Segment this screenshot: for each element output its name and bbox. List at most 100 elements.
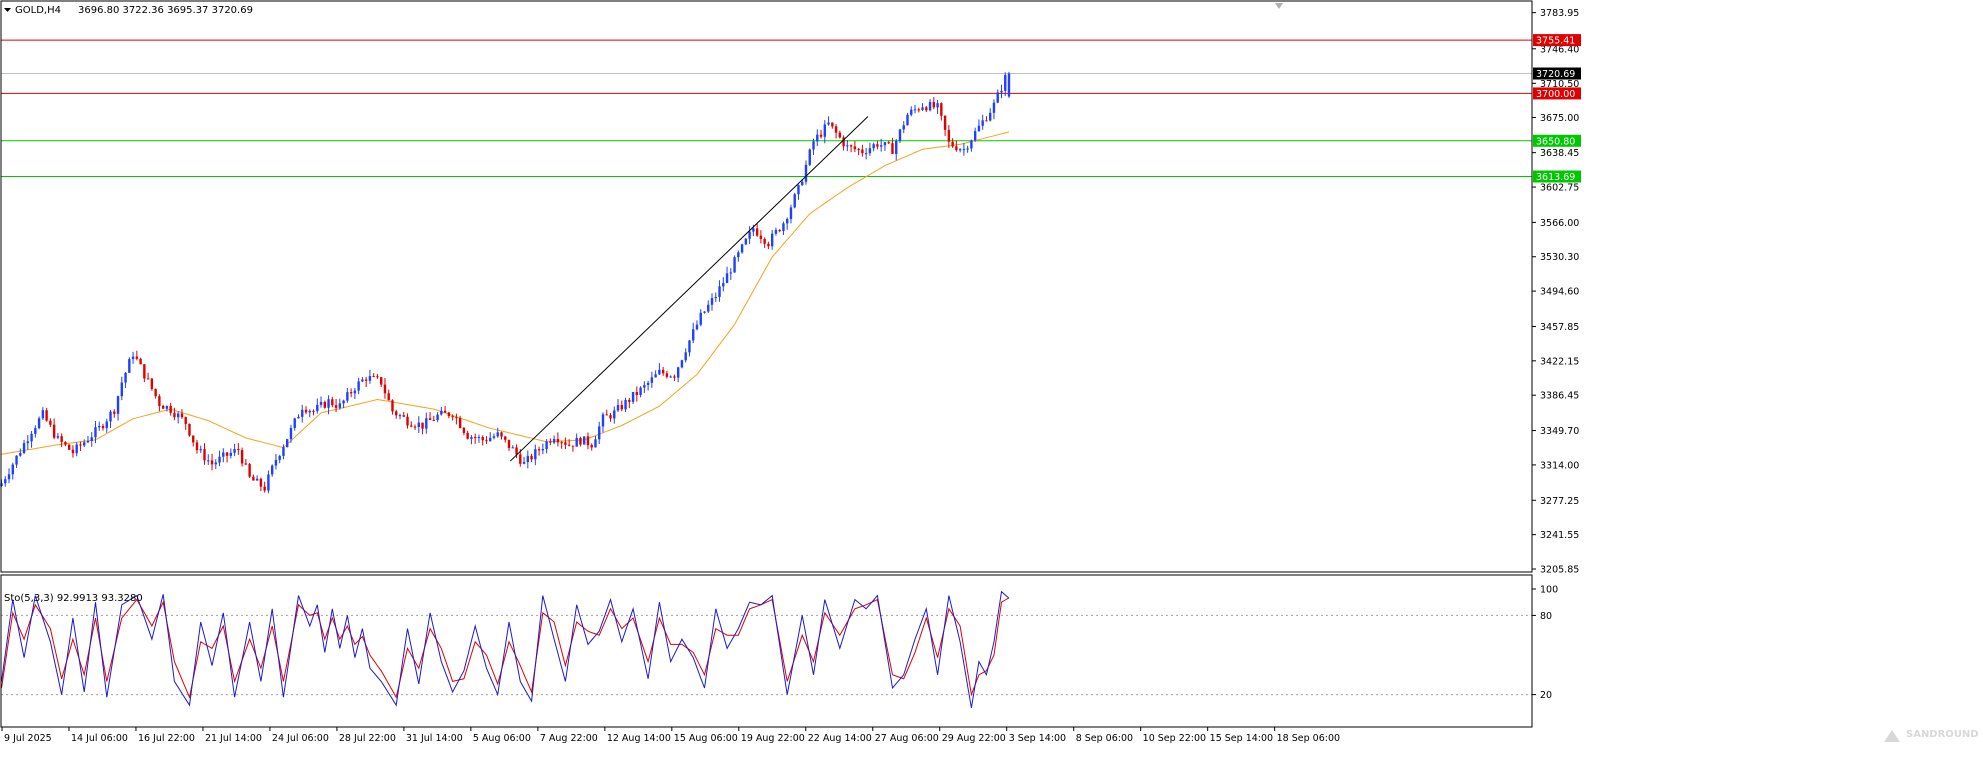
- bull-candle: [748, 231, 751, 239]
- bear-candle: [161, 405, 165, 409]
- bull-candle: [124, 372, 127, 383]
- bull-candle: [489, 437, 492, 442]
- bull-candle: [301, 409, 304, 417]
- bull-candle: [98, 425, 101, 428]
- bull-candle: [616, 405, 620, 411]
- time-tick-label: 22 Aug 14:00: [808, 733, 872, 744]
- bull-candle: [26, 441, 30, 444]
- time-tick-label: 10 Sep 22:00: [1143, 733, 1206, 744]
- bear-candle: [383, 384, 387, 394]
- bull-candle: [958, 149, 962, 151]
- bull-candle: [199, 449, 202, 451]
- bull-candle: [684, 352, 687, 361]
- bull-candle: [541, 449, 545, 451]
- bull-candle: [274, 459, 278, 466]
- bear-candle: [763, 238, 766, 244]
- price-tick-label: 3277.25: [1540, 496, 1579, 507]
- bear-candle: [947, 129, 951, 142]
- bull-candle: [895, 140, 898, 154]
- bull-candle: [801, 181, 804, 186]
- bear-candle: [891, 143, 894, 154]
- bull-candle: [56, 436, 60, 438]
- bull-candle: [658, 369, 661, 375]
- bull-candle: [1000, 90, 1003, 93]
- shift-marker-icon[interactable]: [1275, 3, 1283, 9]
- bull-candle: [676, 367, 680, 378]
- bull-candle: [714, 296, 717, 299]
- bear-candle: [252, 476, 255, 481]
- bull-candle: [436, 414, 439, 421]
- bull-candle: [7, 474, 11, 480]
- bear-candle: [831, 122, 834, 127]
- time-tick-label: 29 Aug 22:00: [942, 733, 1006, 744]
- bull-candle: [477, 437, 481, 439]
- chart-canvas[interactable]: 3783.953746.403710.503675.003638.453602.…: [0, 0, 1983, 757]
- bull-candle: [338, 403, 342, 408]
- time-tick-label: 18 Sep 06:00: [1277, 733, 1340, 744]
- bull-candle: [545, 441, 548, 450]
- bear-candle: [184, 417, 187, 424]
- bull-candle: [214, 462, 217, 465]
- bull-candle: [812, 141, 815, 150]
- bull-candle: [440, 410, 443, 415]
- bear-candle: [519, 454, 522, 464]
- bear-candle: [876, 144, 879, 147]
- bear-candle: [259, 478, 263, 487]
- frame-layer: [0, 0, 1533, 728]
- bull-candle: [255, 478, 259, 481]
- bear-candle: [609, 415, 612, 419]
- bear-candle: [451, 416, 454, 418]
- bull-candle: [19, 453, 22, 456]
- bull-candle: [989, 112, 992, 121]
- bull-candle: [699, 312, 702, 325]
- watermark-icon: [1884, 730, 1900, 742]
- bear-candle: [349, 392, 353, 394]
- stochastic-layer: [1, 590, 1532, 708]
- bull-candle: [966, 148, 969, 150]
- bull-candle: [808, 149, 811, 165]
- bull-candle: [970, 140, 973, 149]
- bear-candle: [364, 379, 368, 381]
- bull-candle: [534, 449, 537, 460]
- bear-candle: [421, 422, 424, 429]
- price-tick-label: 3602.75: [1540, 183, 1579, 194]
- resistance-level-tag: 3755.41: [1536, 36, 1575, 47]
- bear-candle: [60, 436, 63, 443]
- bull-candle: [921, 107, 924, 110]
- bull-candle: [425, 418, 428, 429]
- price-tick-label: 3422.15: [1540, 356, 1579, 367]
- bull-candle: [109, 411, 112, 422]
- bull-candle: [361, 379, 364, 382]
- bear-candle: [406, 416, 409, 426]
- bear-candle: [455, 417, 458, 419]
- bear-candle: [312, 410, 315, 412]
- price-tick-label: 3494.60: [1540, 287, 1579, 298]
- bear-candle: [887, 142, 890, 144]
- bear-candle: [462, 427, 466, 433]
- bear-candle: [387, 393, 390, 401]
- candles-layer: [0, 71, 1011, 494]
- bull-candle: [319, 401, 323, 405]
- dropdown-triangle-icon[interactable]: [4, 8, 11, 12]
- bull-candle: [522, 462, 526, 464]
- bull-candle: [353, 390, 357, 394]
- bear-candle: [395, 411, 398, 416]
- trendline-layer[interactable]: [509, 116, 869, 462]
- bear-candle: [834, 126, 838, 133]
- price-tick-label: 3349.70: [1540, 426, 1579, 437]
- bear-candle: [838, 132, 842, 138]
- bull-candle: [707, 304, 710, 312]
- bear-candle: [661, 369, 665, 374]
- bull-candle: [398, 415, 402, 417]
- bear-candle: [605, 414, 608, 416]
- time-tick-label: 15 Sep 14:00: [1210, 733, 1273, 744]
- bull-candle: [207, 460, 210, 462]
- bear-candle: [537, 449, 541, 451]
- bear-candle: [853, 146, 857, 150]
- bull-candle: [906, 114, 909, 126]
- price-tick-label: 3241.55: [1540, 530, 1579, 541]
- bear-candle: [759, 235, 763, 239]
- time-axis[interactable]: 9 Jul 2025 14 Jul 06:00 16 Jul 22:00 21 Jul…: [1, 727, 1340, 744]
- bull-candle: [631, 392, 635, 402]
- time-tick-label: 5 Aug 06:00: [473, 733, 531, 744]
